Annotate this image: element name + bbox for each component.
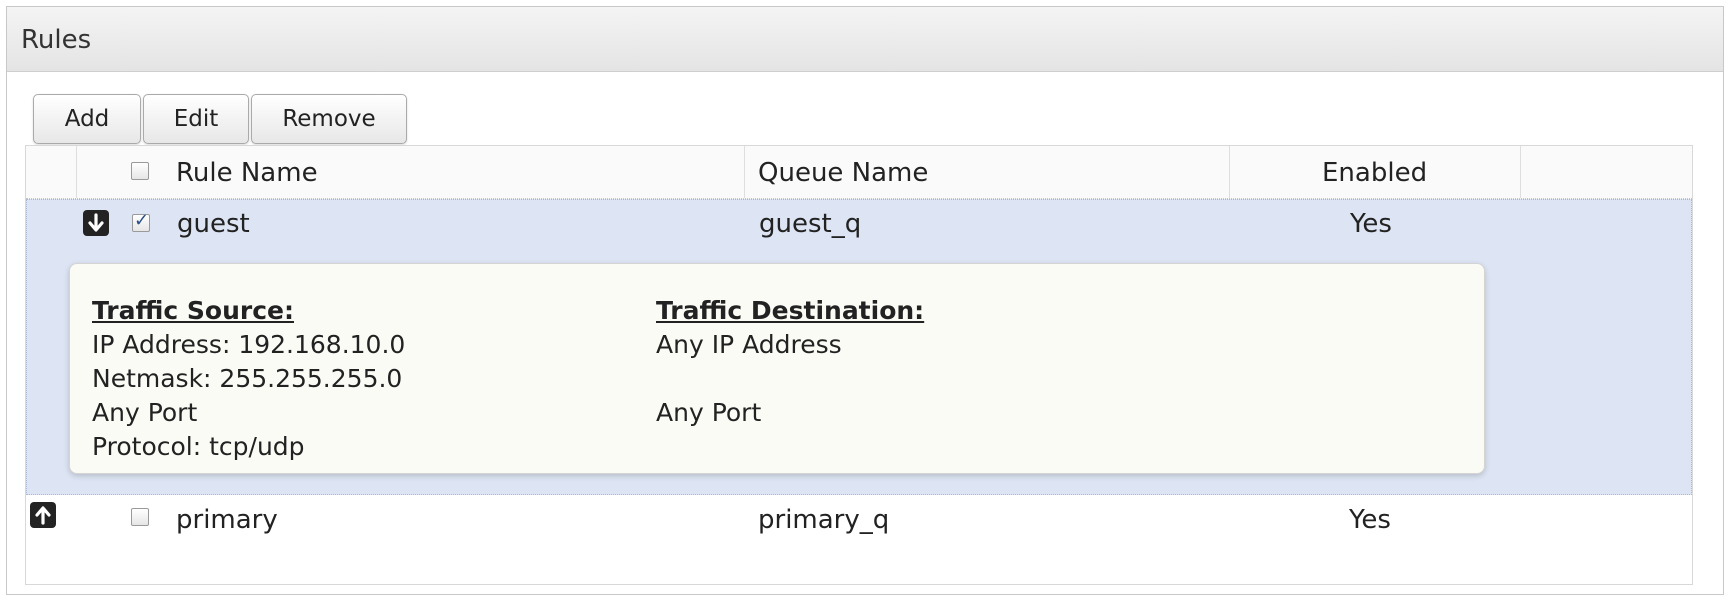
arrow-down-icon[interactable] [83, 210, 109, 236]
cell-enabled: Yes [1349, 505, 1391, 535]
cell-enabled: Yes [1350, 209, 1392, 239]
source-protocol: Protocol: tcp/udp [92, 432, 305, 461]
select-all-checkbox[interactable] [131, 162, 149, 180]
rules-table: Rule Name Queue Name Enabled guest guest… [25, 145, 1693, 585]
panel-header: Rules [7, 7, 1723, 72]
column-header-enabled[interactable]: Enabled [1322, 158, 1427, 188]
edit-button[interactable]: Edit [143, 94, 249, 144]
destination-ip-address: Any IP Address [656, 330, 842, 359]
cell-queue-name: primary_q [758, 505, 890, 535]
row-checkbox-guest[interactable] [132, 210, 150, 232]
column-separator [744, 146, 745, 198]
source-ip-address: IP Address: 192.168.10.0 [92, 330, 406, 359]
toolbar: Add Edit Remove [33, 94, 407, 144]
destination-port: Any Port [656, 398, 762, 427]
rules-panel: Rules Add Edit Remove Rule Name Queue Na… [6, 6, 1724, 595]
arrow-up-icon[interactable] [30, 502, 56, 528]
column-separator [1229, 146, 1230, 198]
destination-spacer [656, 362, 924, 396]
remove-button[interactable]: Remove [251, 94, 407, 144]
column-separator [76, 146, 77, 198]
table-row-primary[interactable]: primary primary_q Yes [26, 496, 1692, 584]
cell-queue-name: guest_q [759, 209, 862, 239]
row-checkbox-primary[interactable] [131, 508, 149, 526]
column-header-rule-name[interactable]: Rule Name [176, 158, 318, 188]
table-header: Rule Name Queue Name Enabled [26, 146, 1692, 199]
cell-rule-name: guest [177, 209, 250, 239]
source-port: Any Port [92, 398, 198, 427]
traffic-destination-heading: Traffic Destination: [656, 296, 925, 325]
column-separator [1520, 146, 1521, 198]
panel-title: Rules [21, 25, 92, 55]
traffic-source-section: Traffic Source: IP Address: 192.168.10.0… [92, 294, 405, 464]
cell-rule-name: primary [176, 505, 278, 535]
traffic-destination-section: Traffic Destination: Any IP Address Any … [656, 294, 924, 430]
column-header-queue-name[interactable]: Queue Name [758, 158, 928, 188]
table-row-guest[interactable]: guest guest_q Yes Traffic Source: IP Add… [26, 199, 1692, 495]
source-netmask: Netmask: 255.255.255.0 [92, 364, 403, 393]
rule-details-panel: Traffic Source: IP Address: 192.168.10.0… [69, 263, 1485, 474]
traffic-source-heading: Traffic Source: [92, 296, 294, 325]
add-button[interactable]: Add [33, 94, 141, 144]
